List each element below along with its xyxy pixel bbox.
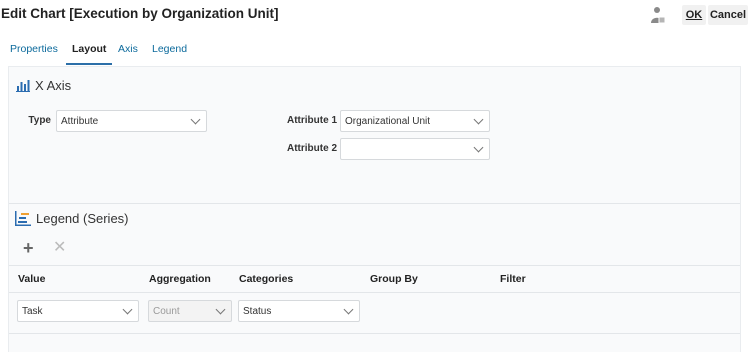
aggregation-select: Count: [148, 300, 232, 322]
tab-bar: Properties Layout Axis Legend: [0, 38, 749, 66]
tab-properties[interactable]: Properties: [10, 43, 58, 55]
type-label: Type: [28, 115, 51, 126]
value-select[interactable]: Task: [17, 300, 139, 322]
x-icon: ✕: [53, 239, 67, 256]
chevron-down-icon: [122, 304, 133, 315]
type-select[interactable]: Attribute: [56, 110, 207, 132]
plus-icon[interactable]: +: [23, 239, 34, 257]
value-select-value: Task: [22, 306, 43, 317]
attribute1-label: Attribute 1: [287, 115, 337, 126]
bar-chart-icon: [16, 80, 30, 92]
ok-button[interactable]: OK: [682, 5, 706, 25]
column-header-group-by: Group By: [370, 273, 418, 285]
legend-series-icon: [15, 211, 31, 226]
column-header-categories: Categories: [239, 273, 294, 285]
attribute2-label: Attribute 2: [287, 143, 337, 154]
legend-heading: Legend (Series): [15, 211, 129, 226]
attribute1-select-value: Organizational Unit: [345, 116, 431, 127]
categories-select-value: Status: [243, 306, 272, 317]
tab-axis[interactable]: Axis: [118, 43, 138, 55]
active-tab-indicator: [66, 63, 112, 65]
attribute2-select[interactable]: [340, 138, 490, 160]
chevron-down-icon: [343, 304, 354, 315]
section-divider: [9, 203, 740, 204]
person-icon[interactable]: [650, 6, 666, 24]
dialog-title: Edit Chart [Execution by Organization Un…: [1, 6, 279, 21]
x-axis-heading: X Axis: [16, 78, 71, 93]
tab-layout[interactable]: Layout: [72, 43, 106, 55]
tab-legend[interactable]: Legend: [152, 43, 187, 55]
column-header-value: Value: [18, 273, 46, 285]
chevron-down-icon: [215, 304, 226, 315]
layout-panel: X Axis Type Attribute Attribute 1 Organi…: [8, 66, 741, 352]
type-select-value: Attribute: [61, 116, 99, 127]
table-top-divider: [9, 265, 740, 266]
aggregation-select-value: Count: [153, 306, 180, 317]
cancel-button[interactable]: Cancel: [708, 5, 748, 25]
column-header-aggregation: Aggregation: [149, 273, 211, 285]
column-header-filter: Filter: [500, 273, 526, 285]
table-header-divider: [9, 292, 740, 293]
attribute1-select[interactable]: Organizational Unit: [340, 110, 490, 132]
table-bottom-divider: [9, 333, 740, 334]
x-axis-title: X Axis: [35, 78, 72, 93]
legend-title: Legend (Series): [36, 211, 129, 226]
dialog-header: Edit Chart [Execution by Organization Un…: [0, 0, 749, 30]
chevron-down-icon: [190, 114, 201, 125]
categories-select[interactable]: Status: [238, 300, 360, 322]
chevron-down-icon: [473, 114, 484, 125]
chevron-down-icon: [473, 142, 484, 153]
